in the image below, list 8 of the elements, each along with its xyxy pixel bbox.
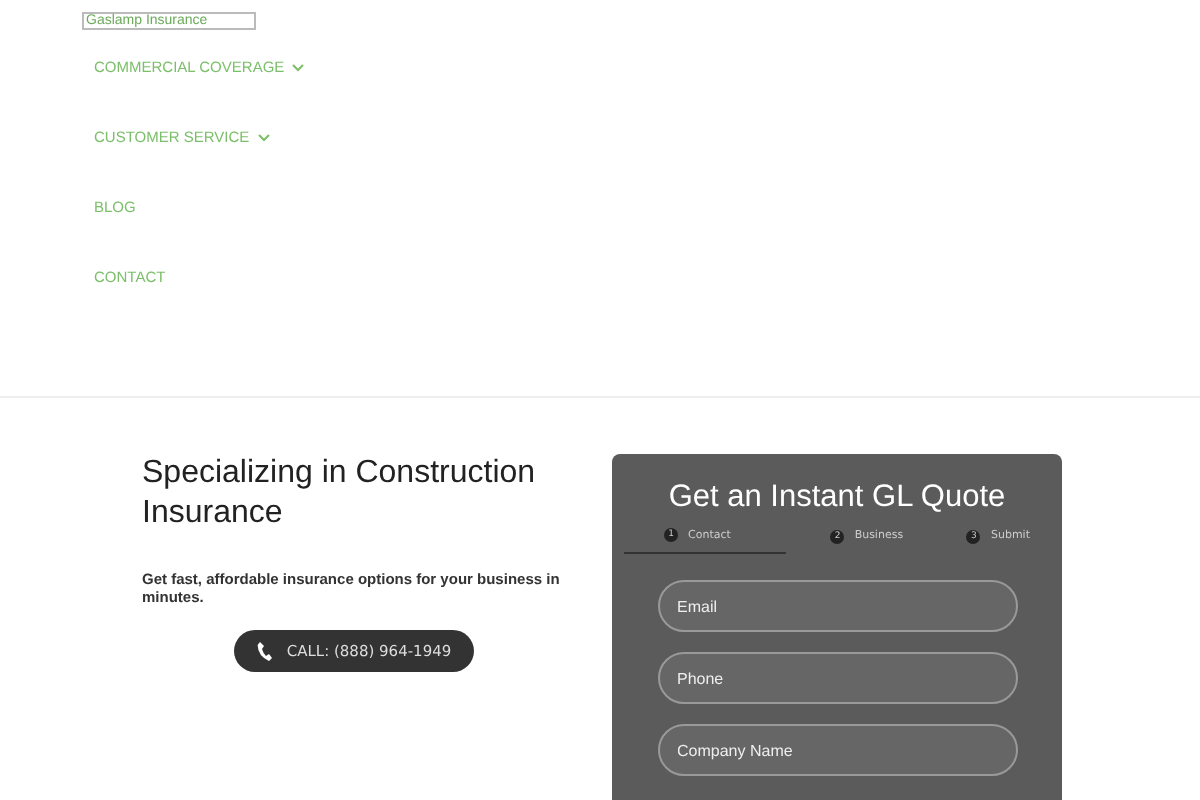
- input-field[interactable]: Email: [657, 580, 1017, 632]
- caret-icon: [257, 134, 270, 142]
- phone-icon: [256, 640, 275, 662]
- caret-icon: [292, 64, 305, 72]
- form-title: Get an Instant GL Quote: [668, 480, 1006, 516]
- input-field[interactable]: Phone: [657, 652, 1017, 704]
- input-field[interactable]: Company Name: [657, 724, 1017, 776]
- hero-heading: Specializing in Construction Insurance: [142, 454, 538, 534]
